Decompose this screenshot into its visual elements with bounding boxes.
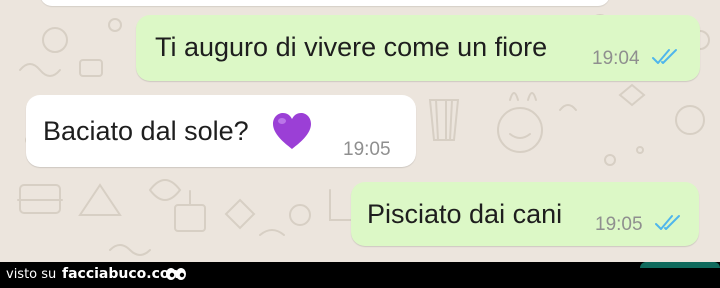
- double-check-read-icon: [652, 49, 677, 64]
- purple-heart-icon: [273, 113, 311, 149]
- watermark-footer: visto su facciabuco.com: [0, 262, 720, 288]
- outgoing-message-bubble[interactable]: Pisciato dai cani 19:05: [351, 182, 699, 246]
- input-bar-edge: [640, 262, 720, 268]
- message-time: 19:04: [592, 48, 640, 69]
- incoming-message-bubble[interactable]: Baciato dal sole? 19:05: [26, 95, 416, 167]
- message-time: 19:05: [595, 214, 643, 235]
- outgoing-message-bubble[interactable]: Ti auguro di vivere come un fiore 19:04: [136, 15, 700, 81]
- eyes-icon: [166, 268, 186, 280]
- message-text: Baciato dal sole?: [43, 116, 249, 146]
- previous-message-bubble: [40, 0, 610, 6]
- message-time: 19:05: [343, 139, 391, 160]
- message-text: Pisciato dai cani: [367, 199, 563, 229]
- footer-prefix: visto su: [6, 267, 57, 282]
- message-text: Ti auguro di vivere come un fiore: [155, 32, 548, 62]
- double-check-read-icon: [655, 215, 680, 230]
